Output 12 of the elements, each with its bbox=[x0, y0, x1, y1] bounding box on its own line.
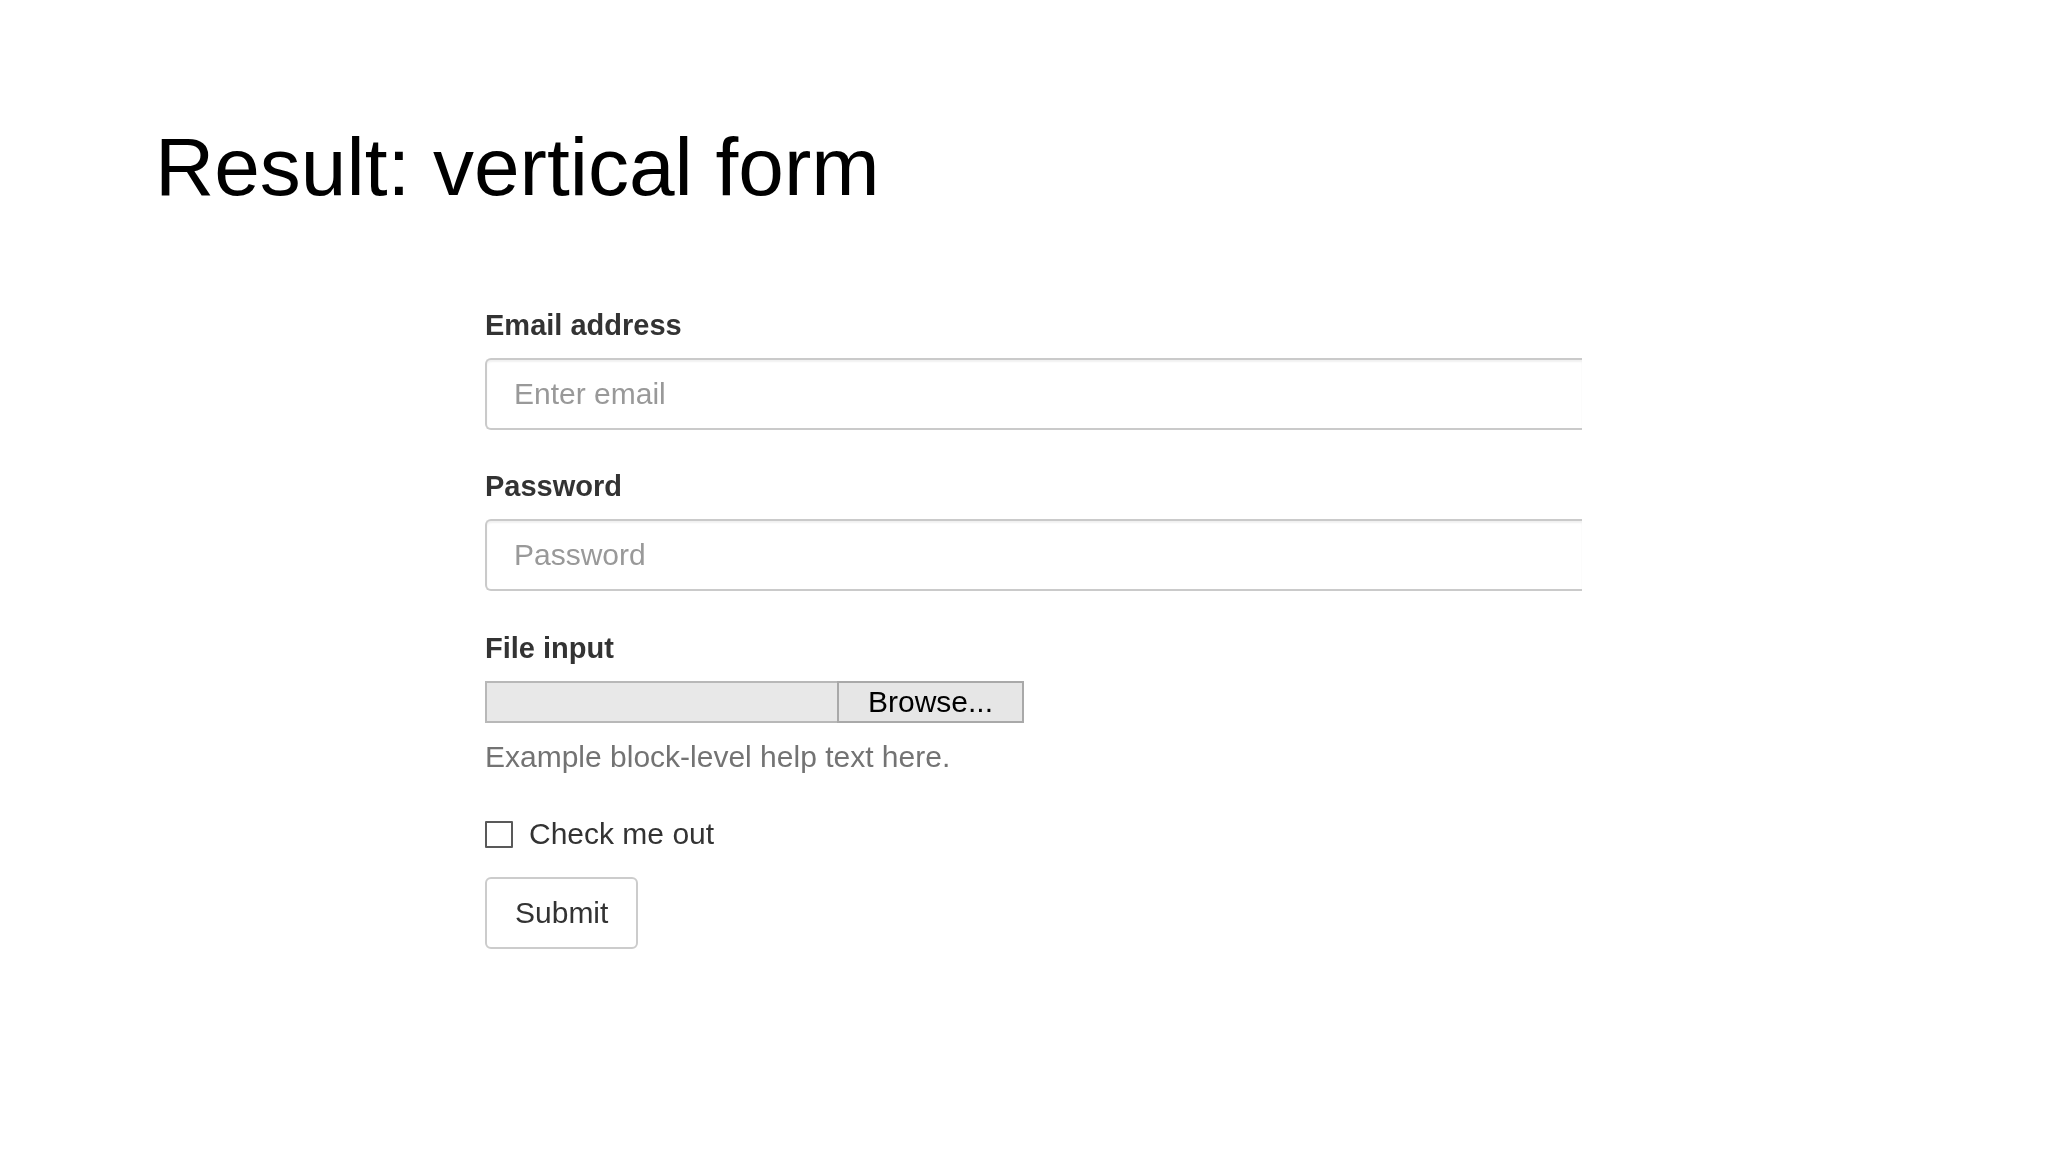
checkbox[interactable] bbox=[485, 820, 513, 848]
field-label: File input bbox=[485, 631, 614, 665]
field-label: Email address bbox=[485, 308, 682, 342]
checkbox-label: Check me out bbox=[529, 816, 715, 852]
file-name-field[interactable] bbox=[485, 681, 837, 723]
browse-button[interactable]: Browse... bbox=[837, 681, 1024, 723]
help-text: Example block-level help text here. bbox=[485, 739, 951, 775]
email-field[interactable]: Enter email bbox=[485, 358, 1582, 430]
password-field[interactable]: Password bbox=[485, 519, 1582, 591]
slide-title: Result: vertical form bbox=[155, 120, 880, 214]
field-label: Password bbox=[485, 469, 622, 503]
submit-button[interactable]: Submit bbox=[485, 877, 639, 949]
